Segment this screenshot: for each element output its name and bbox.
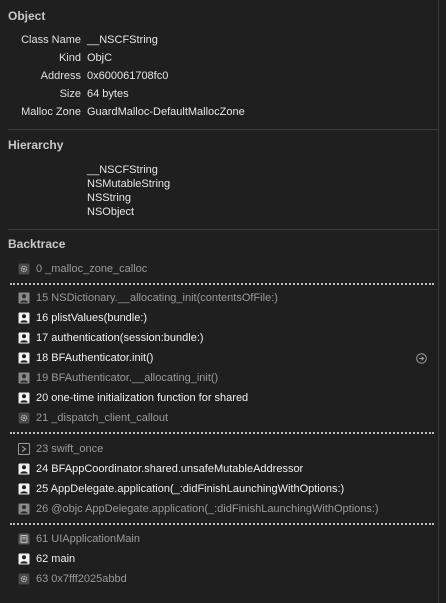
divider-hierarchy <box>8 229 438 230</box>
collapsed-frames-separator[interactable] <box>10 432 434 434</box>
user-icon <box>18 463 30 475</box>
app-icon <box>18 533 30 545</box>
stack-frame[interactable]: 16 plistValues(bundle:) <box>18 308 147 328</box>
address-value: 0x600061708fc0 <box>87 70 169 82</box>
stack-frame[interactable]: 23 swift_once <box>18 439 103 459</box>
swift-icon <box>18 443 30 455</box>
size-value: 64 bytes <box>87 88 129 100</box>
stack-frame[interactable]: 61 UIApplicationMain <box>18 529 140 549</box>
kind-label: Kind <box>58 52 81 64</box>
hierarchy-item: NSMutableString <box>87 178 171 190</box>
stack-frame-label: 16 plistValues(bundle:) <box>36 312 148 324</box>
user-icon <box>18 352 30 364</box>
stack-frame[interactable]: 0 _malloc_zone_calloc <box>18 259 147 279</box>
stack-frame-label: 17 authentication(session:bundle:) <box>36 332 204 344</box>
section-title-backtrace: Backtrace <box>8 237 66 251</box>
gear-icon <box>18 573 30 585</box>
stack-frame-label: 62 main <box>36 553 76 565</box>
stack-frame[interactable]: 24 BFAppCoordinator.shared.unsafeMutable… <box>18 459 303 479</box>
stack-frame-label: 61 UIApplicationMain <box>36 533 140 545</box>
hierarchy-item: __NSCFString <box>87 164 158 176</box>
kind-value: ObjC <box>87 52 113 64</box>
stack-frame[interactable]: 18 BFAuthenticator.init() <box>18 348 153 368</box>
user-icon <box>18 292 30 304</box>
user-icon <box>18 312 30 324</box>
divider-object <box>8 129 438 130</box>
stack-frame-label: 25 AppDelegate.application(_:didFinishLa… <box>36 483 345 495</box>
section-title-object: Object <box>8 9 46 23</box>
stack-frame-label: 20 one-time initialization function for … <box>36 392 249 404</box>
hierarchy-item: NSString <box>87 192 132 204</box>
address-label: Address <box>40 70 81 82</box>
stack-frame-label: 0 _malloc_zone_calloc <box>36 263 148 275</box>
panel-edge-divider <box>438 0 439 603</box>
stack-frame-label: 23 swift_once <box>36 443 104 455</box>
jump-to-source-icon[interactable] <box>416 353 427 364</box>
user-icon <box>18 372 30 384</box>
stack-frame[interactable]: 19 BFAuthenticator.__allocating_init() <box>18 368 218 388</box>
collapsed-frames-separator[interactable] <box>10 523 434 525</box>
user-icon <box>18 503 30 515</box>
stack-frame[interactable]: 20 one-time initialization function for … <box>18 388 248 408</box>
malloc-zone-label: Malloc Zone <box>21 106 81 118</box>
stack-frame-label: 24 BFAppCoordinator.shared.unsafeMutable… <box>36 463 304 475</box>
stack-frame-label: 19 BFAuthenticator.__allocating_init() <box>36 372 219 384</box>
stack-frame-label: 21 _dispatch_client_callout <box>36 412 169 424</box>
class-name-value: __NSCFString <box>87 34 158 46</box>
size-label: Size <box>59 88 81 100</box>
user-icon <box>18 392 30 404</box>
gear-icon <box>18 263 30 275</box>
stack-frame-label: 26 @objc AppDelegate.application(_:didFi… <box>36 503 379 515</box>
stack-frame[interactable]: 17 authentication(session:bundle:) <box>18 328 204 348</box>
section-title-hierarchy: Hierarchy <box>8 138 64 152</box>
collapsed-frames-separator[interactable] <box>10 283 434 285</box>
class-name-label: Class Name <box>21 34 81 46</box>
stack-frame[interactable]: 15 NSDictionary.__allocating_init(conten… <box>18 288 278 308</box>
gear-icon <box>18 412 30 424</box>
stack-frame[interactable]: 25 AppDelegate.application(_:didFinishLa… <box>18 479 344 499</box>
stack-frame-label: 63 0x7fff2025abbd <box>36 573 127 585</box>
memory-inspector-panel: Object Class Name __NSCFString Kind ObjC… <box>0 0 438 603</box>
malloc-zone-value: GuardMalloc-DefaultMallocZone <box>87 106 245 118</box>
stack-frame-label: 15 NSDictionary.__allocating_init(conten… <box>36 292 278 304</box>
user-icon <box>18 483 30 495</box>
stack-frame[interactable]: 26 @objc AppDelegate.application(_:didFi… <box>18 499 379 519</box>
user-icon <box>18 553 30 565</box>
user-icon <box>18 332 30 344</box>
hierarchy-item: NSObject <box>87 206 135 218</box>
stack-frame[interactable]: 63 0x7fff2025abbd <box>18 569 127 589</box>
stack-frame[interactable]: 21 _dispatch_client_callout <box>18 408 168 428</box>
stack-frame-label: 18 BFAuthenticator.init() <box>36 352 154 364</box>
stack-frame[interactable]: 62 main <box>18 549 75 569</box>
